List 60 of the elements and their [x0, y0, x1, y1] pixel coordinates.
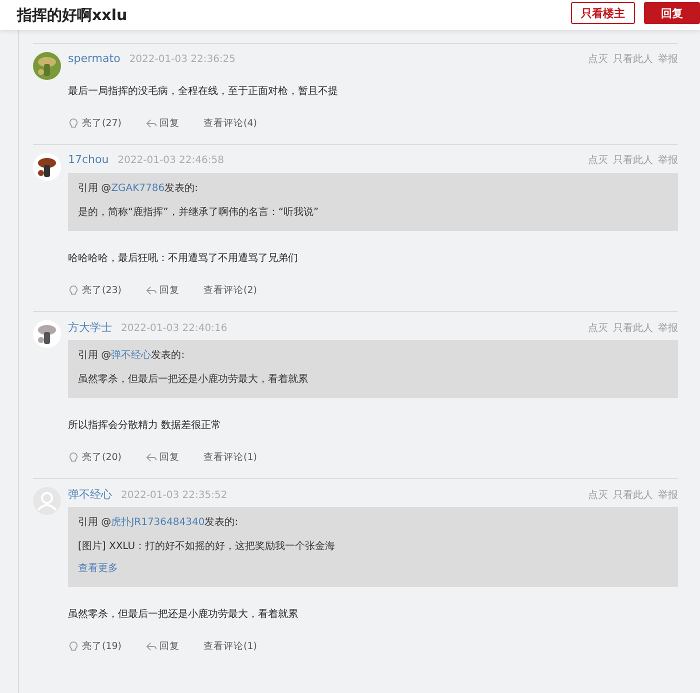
lightbulb-icon: [68, 641, 79, 652]
post-action-link[interactable]: 点灭: [588, 321, 608, 335]
like-button[interactable]: 亮了(27): [68, 117, 122, 130]
quote-prefix: 引用 @: [78, 350, 112, 361]
post-time: 2022-01-03 22:46:58: [118, 155, 224, 166]
post-action-link[interactable]: 只看此人: [613, 321, 653, 335]
like-button[interactable]: 亮了(23): [68, 284, 122, 297]
post-action-link[interactable]: 点灭: [588, 488, 608, 502]
post-action-link[interactable]: 只看此人: [613, 488, 653, 502]
lightbulb-icon: [68, 285, 79, 296]
post-time: 2022-01-03 22:40:16: [121, 323, 228, 334]
post-text: 所以指挥会分散精力 数据差很正常: [68, 418, 222, 433]
quote-suffix: 发表的:: [204, 517, 238, 528]
post-text: 虽然零杀，但最后一把还是小鹿功劳最大，看着就累: [68, 608, 299, 622]
header-button[interactable]: 只看楼主: [571, 2, 635, 24]
post-action-link[interactable]: 点灭: [588, 52, 608, 66]
post-time: 2022-01-03 22:35:52: [121, 490, 228, 501]
header-button[interactable]: 回复: [644, 2, 700, 24]
like-button[interactable]: 亮了(19): [68, 640, 122, 653]
username-link[interactable]: spermato: [68, 52, 120, 65]
quoted-user-link[interactable]: 虎扑JR1736484340: [111, 517, 205, 528]
post-action-link[interactable]: 只看此人: [613, 153, 653, 167]
quoted-user-link[interactable]: 弹不经心: [111, 350, 152, 361]
quote-text: 虽然零杀，但最后一把还是小鹿功劳最大，看着就累: [78, 372, 309, 387]
post-action-link[interactable]: 举报: [658, 153, 678, 167]
view-comments-link[interactable]: 查看评论(1): [204, 640, 257, 653]
quote-prefix: 引用 @: [78, 517, 112, 528]
quote-suffix: 发表的:: [151, 350, 185, 361]
lightbulb-icon: [68, 118, 79, 129]
post-action-link[interactable]: 点灭: [588, 153, 608, 167]
quote-text: 是的，简称“鹿指挥”，并继承了啊伟的名言：“听我说”: [78, 206, 320, 220]
reply-icon: [146, 118, 157, 129]
reply-icon: [146, 285, 157, 296]
post-text: 最后一局指挥的没毛病，全程在线，至于正面对枪，暂且不提: [68, 84, 339, 99]
view-comments-link[interactable]: 查看评论(1): [204, 451, 257, 464]
quote-text: [图片] XXLU：打的好不如摇的好，这把奖励我一个张金海: [78, 540, 336, 554]
reply-icon: [146, 641, 157, 652]
reply-button[interactable]: 回复: [146, 640, 180, 653]
view-comments-link[interactable]: 查看评论(4): [204, 117, 257, 130]
username-link[interactable]: 方大学士: [68, 320, 112, 335]
post-action-link[interactable]: 只看此人: [613, 52, 653, 66]
page-title: 指挥的好啊xxlu: [17, 6, 128, 24]
reply-icon: [146, 452, 157, 463]
post-action-link[interactable]: 举报: [658, 488, 678, 502]
post-text: 哈哈哈哈，最后狂吼：不用遭骂了不用遭骂了兄弟们: [68, 252, 299, 266]
reply-button[interactable]: 回复: [146, 284, 180, 297]
see-more-link[interactable]: 查看更多: [78, 559, 668, 579]
view-comments-link[interactable]: 查看评论(2): [204, 284, 257, 297]
like-button[interactable]: 亮了(20): [68, 451, 122, 464]
username-link[interactable]: 弹不经心: [68, 487, 112, 502]
reply-button[interactable]: 回复: [146, 451, 180, 464]
reply-button[interactable]: 回复: [146, 117, 180, 130]
post-time: 2022-01-03 22:36:25: [129, 54, 236, 65]
quoted-user-link[interactable]: ZGAK7786: [111, 183, 165, 194]
post-action-link[interactable]: 举报: [658, 321, 678, 335]
lightbulb-icon: [68, 452, 79, 463]
username-link[interactable]: 17chou: [68, 153, 109, 166]
post-action-link[interactable]: 举报: [658, 52, 678, 66]
quote-prefix: 引用 @: [78, 183, 112, 194]
quote-suffix: 发表的:: [164, 183, 198, 194]
